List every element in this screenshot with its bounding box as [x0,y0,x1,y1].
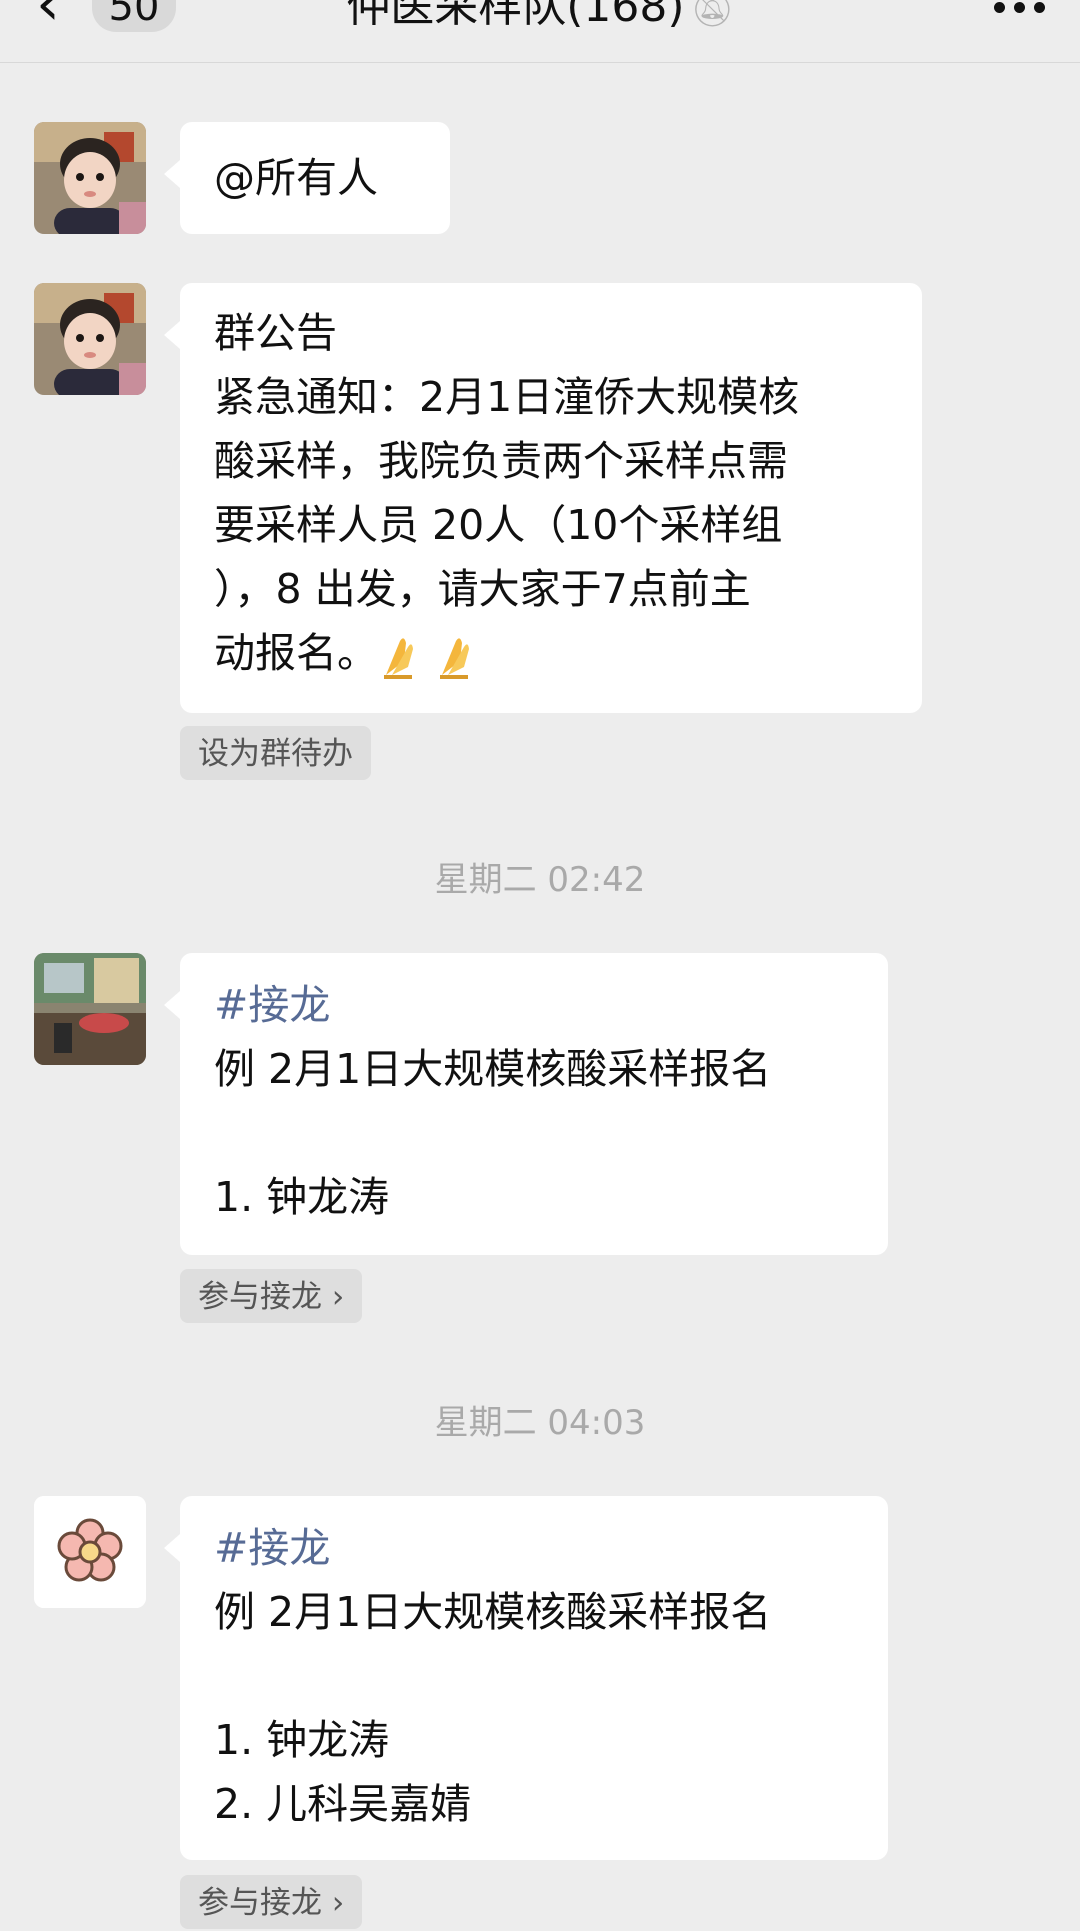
avatar[interactable] [34,122,146,234]
relay-tag[interactable]: #接龙 [214,973,854,1037]
relay-tag[interactable]: #接龙 [214,1516,854,1580]
chat-header: ‹ 50 仲医采样队(168) 🔕︎ [0,0,1080,63]
relay-title: 例 2月1日大规模核酸采样报名 [214,1045,772,1093]
mute-bell-icon: 🔕︎ [690,0,734,30]
announcement-line: 动报名。 [214,621,888,685]
relay-entry: 1. 钟龙涛 [214,1716,390,1764]
relay-bubble[interactable]: #接龙 例 2月1日大规模核酸采样报名 1. 钟龙涛 [164,953,888,1255]
announcement-line: 要采样人员 20人（10个采样组 [214,501,783,549]
timestamp: 星期二 04:03 [434,1403,646,1443]
chat-title: 仲医采样队(168) 🔕︎ [0,0,1080,43]
avatar[interactable] [34,1496,146,1608]
announcement-line: ），8 出发，请大家于7点前主 [214,565,751,613]
join-relay-button[interactable]: 参与接龙 › [180,1269,363,1323]
avatar[interactable] [34,283,146,395]
pray-hands-icon [440,638,469,679]
announcement-bubble[interactable]: 群公告 紧急通知：2月1日潼侨大规模核 酸采样，我院负责两个采样点需 要采样人员… [164,283,922,713]
message-text: @所有人 [214,154,378,202]
announcement-heading: 群公告 [214,309,337,357]
announcement-last-line: 动报名。 [214,629,378,677]
chat-title-text: 仲医采样队(168) [346,0,685,32]
relay-entry: 1. 钟龙涛 [214,1173,390,1221]
timestamp: 星期二 02:42 [434,860,646,900]
set-group-todo-button[interactable]: 设为群待办 [180,726,371,780]
relay-title: 例 2月1日大规模核酸采样报名 [214,1588,772,1636]
flower-icon [34,1496,146,1608]
announcement-line: 紧急通知：2月1日潼侨大规模核 [214,373,800,421]
announcement-line: 酸采样，我院负责两个采样点需 [214,437,788,485]
join-relay-button[interactable]: 参与接龙 › [180,1875,363,1929]
relay-bubble[interactable]: #接龙 例 2月1日大规模核酸采样报名 1. 钟龙涛 2. 儿科吴嘉婧 [164,1496,888,1860]
more-icon[interactable] [990,0,1050,22]
relay-entry: 2. 儿科吴嘉婧 [214,1780,472,1828]
avatar[interactable] [34,953,146,1065]
pray-hands-icon [384,638,413,679]
message-bubble[interactable]: @所有人 [164,122,450,234]
